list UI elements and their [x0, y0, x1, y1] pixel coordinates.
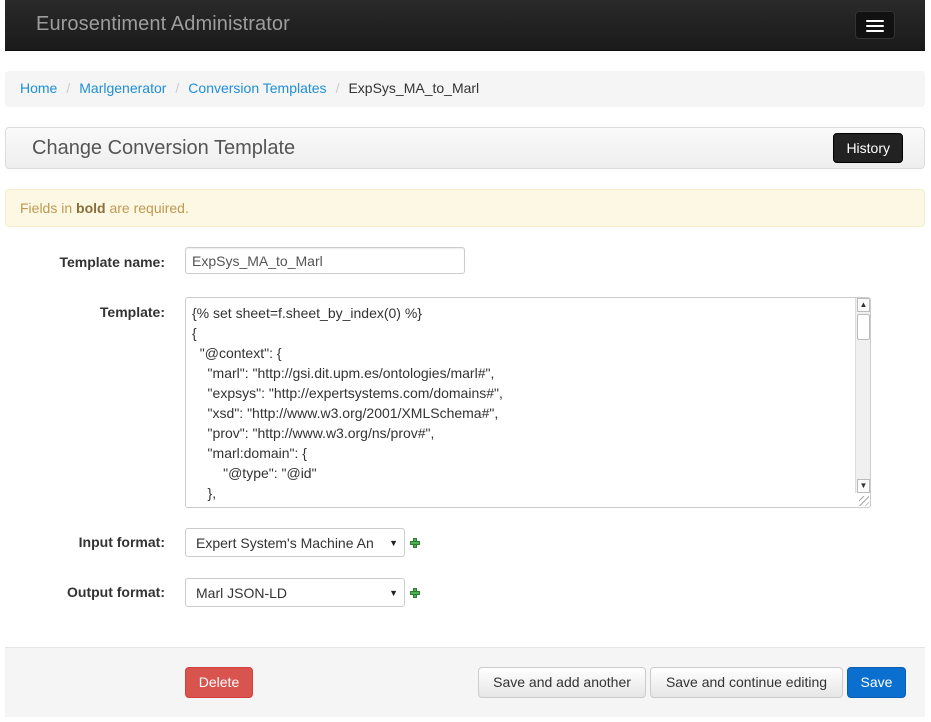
template-line: "expsys": "http://expertsystems.com/doma…	[192, 385, 503, 401]
scroll-thumb[interactable]	[857, 314, 870, 340]
delete-button[interactable]: Delete	[185, 667, 253, 698]
resize-grip-icon[interactable]	[859, 496, 869, 506]
breadcrumb-home[interactable]: Home	[20, 80, 57, 96]
template-line: "@context": {	[192, 345, 282, 361]
caret-down-icon: ▼	[389, 588, 398, 598]
breadcrumb-current: ExpSys_MA_to_Marl	[348, 80, 480, 96]
scroll-up-icon[interactable]: ▲	[857, 298, 870, 312]
input-format-value: Expert System's Machine An	[196, 535, 374, 551]
alert-bold: bold	[76, 200, 106, 216]
template-name-input[interactable]	[185, 247, 465, 274]
breadcrumb-conversion-templates[interactable]: Conversion Templates	[188, 80, 326, 96]
output-format-label: Output format:	[67, 584, 165, 600]
input-format-label: Input format:	[78, 534, 165, 550]
template-line: "prov": "http://www.w3.org/ns/prov#",	[192, 425, 435, 441]
template-scrollbar[interactable]: ▲ ▼	[855, 298, 870, 493]
breadcrumb-marlgenerator[interactable]: Marlgenerator	[79, 80, 166, 96]
output-format-select[interactable]: Marl JSON-LD ▼	[185, 578, 405, 607]
scroll-down-icon[interactable]: ▼	[857, 479, 870, 493]
page-header: Change Conversion Template History	[5, 127, 925, 169]
top-navbar: Eurosentiment Administrator	[5, 0, 925, 51]
add-output-format-plus-icon[interactable]	[410, 588, 420, 598]
alert-prefix: Fields in	[20, 200, 77, 216]
page-title: Change Conversion Template	[32, 137, 296, 159]
hamburger-icon-bar	[866, 30, 884, 32]
template-name-label: Template name:	[59, 254, 165, 270]
breadcrumb-separator: /	[175, 80, 180, 96]
template-line: "@type": "@id"	[192, 465, 317, 481]
breadcrumb-separator: /	[66, 80, 71, 96]
app-brand[interactable]: Eurosentiment Administrator	[36, 13, 290, 36]
template-line: "marl": "http://gsi.dit.upm.es/ontologie…	[192, 365, 495, 381]
submit-row: Delete Save and add another Save and con…	[5, 647, 925, 717]
hamburger-icon	[866, 20, 884, 22]
template-line: "marl:domain": {	[192, 445, 307, 461]
save-and-add-another-button[interactable]: Save and add another	[478, 667, 646, 698]
required-fields-alert: Fields in bold are required.	[5, 189, 925, 227]
template-line: },	[192, 485, 217, 501]
template-line: {% set sheet=f.sheet_by_index(0) %}	[192, 305, 422, 321]
template-line: {	[192, 325, 197, 341]
save-button[interactable]: Save	[847, 667, 906, 698]
breadcrumb: Home / Marlgenerator / Conversion Templates /…	[5, 71, 925, 107]
add-input-format-plus-icon[interactable]	[410, 538, 420, 548]
alert-suffix: are required.	[105, 200, 189, 216]
hamburger-icon-bar	[866, 25, 884, 27]
hamburger-menu-button[interactable]	[855, 11, 895, 39]
template-code[interactable]: {% set sheet=f.sheet_by_index(0) %} { "@…	[186, 298, 870, 503]
breadcrumb-separator: /	[335, 80, 340, 96]
save-and-continue-button[interactable]: Save and continue editing	[650, 667, 843, 698]
output-format-value: Marl JSON-LD	[196, 585, 288, 601]
template-label: Template:	[99, 304, 165, 320]
template-textarea[interactable]: {% set sheet=f.sheet_by_index(0) %} { "@…	[185, 297, 871, 508]
template-line: "xsd": "http://www.w3.org/2001/XMLSchema…	[192, 405, 499, 421]
history-button[interactable]: History	[833, 133, 903, 163]
caret-down-icon: ▼	[389, 538, 398, 548]
input-format-select[interactable]: Expert System's Machine An ▼	[185, 528, 405, 557]
